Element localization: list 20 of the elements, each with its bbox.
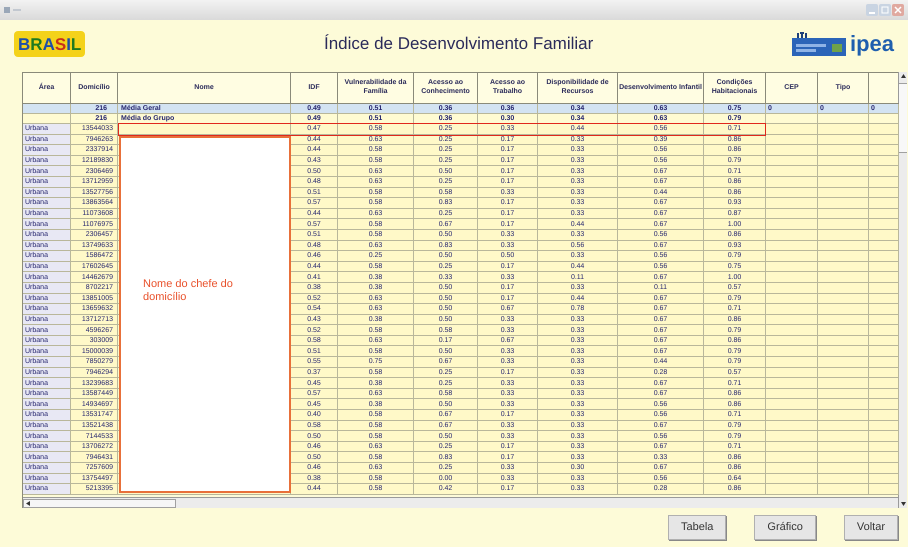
close-icon[interactable] — [892, 4, 904, 16]
maximize-icon[interactable] — [879, 4, 891, 16]
scroll-up-icon[interactable] — [900, 74, 906, 79]
vertical-scrollbar[interactable] — [898, 72, 907, 508]
action-button[interactable]: Gráfico — [754, 515, 816, 540]
scroll-left-icon[interactable] — [26, 500, 31, 506]
horizontal-scrollbar[interactable] — [23, 497, 898, 508]
callout-text: Nome do chefe do domicílio — [143, 278, 234, 306]
ipea-logo: ipea — [850, 33, 894, 55]
table-cell — [818, 484, 869, 495]
action-button[interactable]: Tabela — [668, 515, 726, 540]
page-title: Índice de Desenvolvimento Familiar — [322, 33, 594, 56]
scroll-down-icon[interactable] — [900, 501, 906, 506]
brasil-logo: BRASIL — [14, 31, 86, 57]
table-cell — [766, 484, 818, 495]
app-icon — [4, 6, 22, 14]
scrollbar-thumb[interactable] — [899, 83, 907, 153]
minimize-icon[interactable] — [866, 4, 878, 16]
action-button[interactable]: Voltar — [844, 515, 898, 540]
ipea-emblem-icon — [792, 32, 846, 56]
